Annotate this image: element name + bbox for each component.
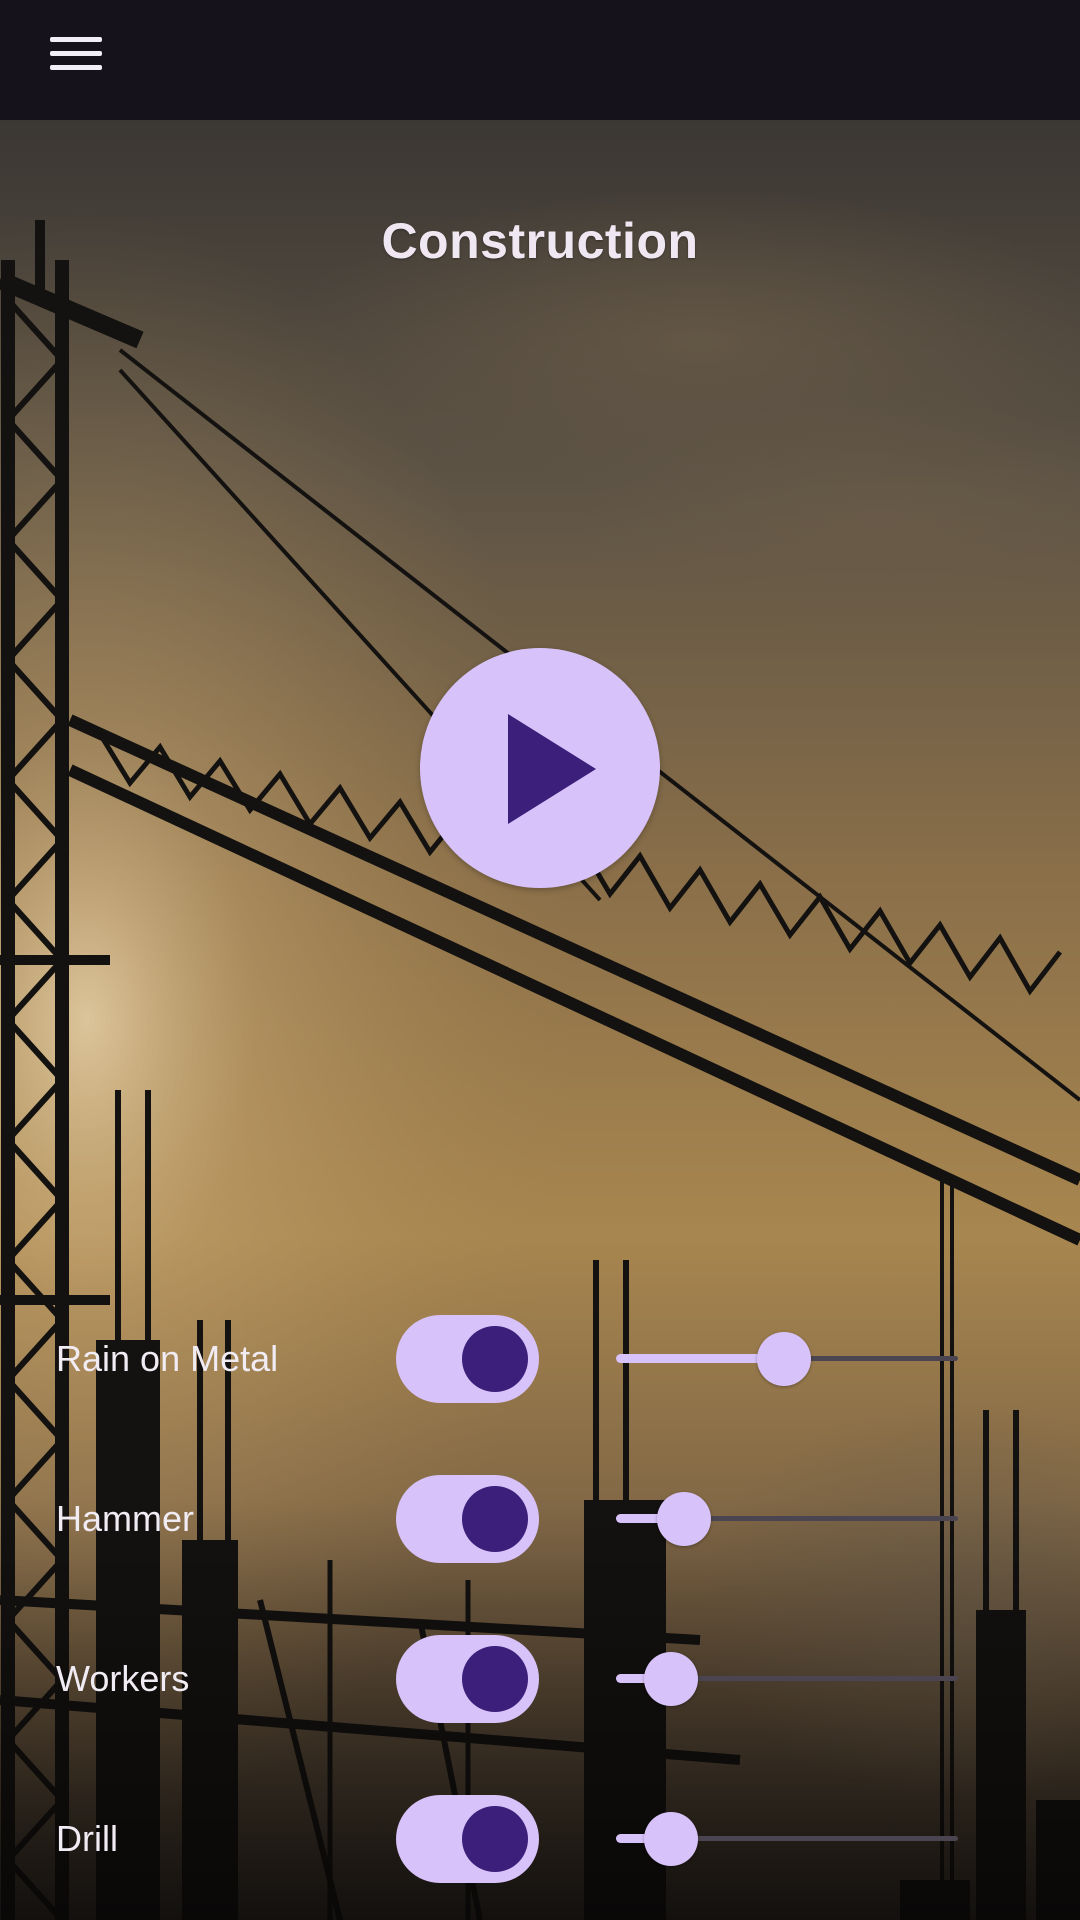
slider-thumb[interactable] [644, 1812, 698, 1866]
volume-slider-drill[interactable] [616, 1794, 958, 1884]
slider-thumb[interactable] [757, 1332, 811, 1386]
volume-slider-workers[interactable] [616, 1634, 958, 1724]
sound-row-drill: Drill [0, 1794, 1080, 1884]
slider-thumb[interactable] [657, 1492, 711, 1546]
sound-label: Drill [56, 1818, 118, 1859]
app-screen: Construction Rain on Metal Hammer Worker… [0, 0, 1080, 1920]
sound-row-workers: Workers [0, 1634, 1080, 1724]
volume-slider-rain-on-metal[interactable] [616, 1314, 958, 1404]
menu-button[interactable] [36, 14, 116, 94]
sound-label: Rain on Metal [56, 1338, 279, 1379]
sound-toggle-workers[interactable] [396, 1635, 539, 1723]
hamburger-menu-icon [50, 37, 102, 70]
toggle-knob [462, 1326, 528, 1392]
sound-row-hammer: Hammer [0, 1474, 1080, 1564]
toggle-knob [462, 1646, 528, 1712]
slider-thumb[interactable] [644, 1652, 698, 1706]
scene-title: Construction [381, 213, 699, 269]
play-icon [508, 714, 596, 824]
sound-toggle-rain-on-metal[interactable] [396, 1315, 539, 1403]
top-app-bar [0, 0, 1080, 120]
sound-toggle-hammer[interactable] [396, 1475, 539, 1563]
sound-label: Workers [56, 1658, 190, 1699]
sound-row-rain-on-metal: Rain on Metal [0, 1314, 1080, 1404]
play-button[interactable] [420, 648, 660, 888]
sound-toggle-drill[interactable] [396, 1795, 539, 1883]
toggle-knob [462, 1806, 528, 1872]
volume-slider-hammer[interactable] [616, 1474, 958, 1564]
sound-label: Hammer [56, 1498, 195, 1539]
toggle-knob [462, 1486, 528, 1552]
